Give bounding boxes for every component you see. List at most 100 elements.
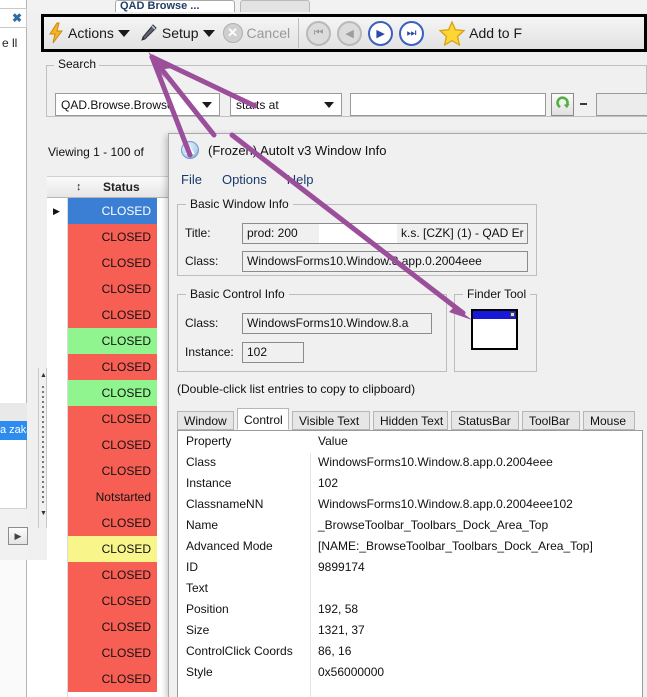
tab-next-placeholder[interactable]	[240, 0, 310, 12]
listview-rows: Class WindowsForms10.Window.8.app.0.2004e…	[178, 453, 642, 684]
grid-status-cell[interactable]: CLOSED	[68, 354, 157, 380]
left-pane-expand-button[interactable]: ▶	[8, 527, 28, 545]
control-instance-label: Instance:	[185, 345, 234, 359]
previous-record-button[interactable]: ◀	[337, 20, 363, 46]
finder-tool-window-icon[interactable]	[471, 309, 518, 350]
listview-row[interactable]: Instance 102	[178, 474, 642, 495]
listview-row[interactable]: Size 1321, 37	[178, 621, 642, 642]
left-side-pane: ✖ e ll a zaká ▶	[0, 0, 28, 560]
finder-tool-group: Finder Tool	[454, 287, 537, 372]
listview-row[interactable]: Name _BrowseToolbar_Toolbars_Dock_Area_To…	[178, 516, 642, 537]
listview-row[interactable]: Text	[178, 579, 642, 600]
grid-status-cell[interactable]: CLOSED	[68, 328, 157, 354]
grid-status-cell[interactable]: CLOSED	[68, 458, 157, 484]
menu-options[interactable]: Options	[222, 172, 267, 187]
grid-status-cell[interactable]: CLOSED	[68, 614, 157, 640]
grid-status-cell[interactable]: CLOSED	[68, 640, 157, 666]
listview-cell-value: _BrowseToolbar_Toolbars_Dock_Area_Top	[318, 518, 549, 532]
left-pane-close-box[interactable]: ✖	[0, 8, 27, 28]
left-pane-footer-edge	[0, 560, 27, 697]
last-record-button[interactable]: ⏭	[399, 20, 425, 46]
listview-cell-property: Advanced Mode	[186, 539, 273, 553]
listview-row[interactable]: ClassnameNN WindowsForms10.Window.8.app.0…	[178, 495, 642, 516]
grid-status-cell[interactable]: CLOSED	[68, 536, 157, 562]
refresh-icon	[555, 95, 571, 114]
splitter-down-arrow-icon: ▼	[40, 510, 47, 517]
search-range-input[interactable]	[596, 93, 647, 116]
first-record-button[interactable]: ⏮	[306, 20, 332, 46]
finder-button-icon	[510, 312, 515, 317]
add-to-favorites-label: Add to F	[469, 25, 523, 41]
listview-cell-value: WindowsForms10.Window.8.app.0.2004eee102	[318, 497, 573, 511]
previous-record-icon: ◀	[345, 27, 354, 40]
grid-status-cell[interactable]: CLOSED	[68, 406, 157, 432]
vertical-splitter[interactable]: ▲ ▼	[38, 368, 47, 528]
listview-cell-value: WindowsForms10.Window.8.app.0.2004eee	[318, 455, 553, 469]
grid-status-cell[interactable]: CLOSED	[68, 510, 157, 536]
setup-menu-button[interactable]: Setup	[134, 17, 219, 49]
grid-status-cell[interactable]: CLOSED	[68, 588, 157, 614]
autoit-window-info: (Frozen) AutoIt v3 Window Info File Opti…	[168, 133, 647, 697]
grid-status-cell[interactable]: CLOSED	[68, 380, 157, 406]
listview-row[interactable]: ID 9899174	[178, 558, 642, 579]
control-properties-listview[interactable]: Property Value Class WindowsForms10.Windo…	[177, 430, 643, 697]
search-field-select[interactable]: QAD.Browse.Browse	[55, 93, 220, 116]
autoit-tab-window[interactable]: Window	[177, 411, 234, 430]
autoit-tab-hidden-text[interactable]: Hidden Text	[373, 411, 448, 430]
tab-qad-browse[interactable]: QAD Browse ...	[115, 0, 235, 12]
grid-status-cell[interactable]: CLOSED	[68, 302, 157, 328]
actions-menu-button[interactable]: Actions	[44, 17, 134, 49]
listview-header-property[interactable]: Property	[186, 434, 231, 448]
group-border-right	[99, 65, 647, 66]
column-header-status[interactable]: Status	[103, 180, 140, 194]
grid-status-cell[interactable]: CLOSED	[68, 432, 157, 458]
listview-cell-property: Text	[186, 581, 209, 595]
splitter-grip-dots	[42, 386, 44, 506]
autoit-tab-statusbar[interactable]: StatusBar	[451, 411, 519, 430]
listview-row[interactable]: Class WindowsForms10.Window.8.app.0.2004e…	[178, 453, 642, 474]
autoit-tab-toolbar[interactable]: ToolBar	[522, 411, 580, 430]
menu-file[interactable]: File	[181, 172, 202, 187]
basic-control-info-legend: Basic Control Info	[186, 287, 289, 301]
listview-row[interactable]: Position 192, 58	[178, 600, 642, 621]
sort-updown-icon[interactable]: ↕	[76, 181, 82, 193]
window-class-value[interactable]: WindowsForms10.Window.8.app.0.2004eee	[242, 251, 528, 272]
add-to-favorites-button[interactable]: Add to F	[435, 17, 526, 49]
grid-status-cell[interactable]: CLOSED	[68, 276, 157, 302]
menu-help[interactable]: Help	[287, 172, 314, 187]
listview-cell-property: Style	[186, 665, 213, 679]
title-value-left: prod: 200	[247, 226, 298, 240]
control-class-label: Class:	[185, 316, 219, 330]
grid-status-cell[interactable]: Notstarted	[68, 484, 157, 510]
autoit-tab-control[interactable]: Control	[237, 408, 289, 430]
favorite-star-icon	[438, 19, 466, 46]
search-refresh-button[interactable]	[551, 93, 574, 116]
listview-row[interactable]: Style 0x56000000	[178, 663, 642, 684]
search-operator-select[interactable]: starts at	[230, 93, 342, 116]
control-class-value[interactable]: WindowsForms10.Window.8.a	[242, 313, 432, 334]
left-pane-selected-item[interactable]: a zaká	[0, 421, 27, 440]
control-instance-value[interactable]: 102	[242, 342, 304, 363]
listview-header-value[interactable]: Value	[318, 434, 348, 448]
grid-status-cell[interactable]: CLOSED	[68, 562, 157, 588]
listview-row[interactable]: Advanced Mode [NAME:_BrowseToolbar_Toolba…	[178, 537, 642, 558]
listview-cell-value: 86, 16	[318, 644, 352, 658]
search-value-input[interactable]	[350, 93, 546, 116]
listview-cell-value: 0x56000000	[318, 665, 385, 679]
listview-row[interactable]: ControlClick Coords 86, 16	[178, 642, 642, 663]
title-field-value[interactable]: prod: 200 k.s. [CZK] (1) - QAD Er	[242, 223, 528, 244]
chevron-down-icon	[202, 29, 215, 37]
listview-cell-property: Name	[186, 518, 219, 532]
search-field-select-value: QAD.Browse.Browse	[61, 97, 174, 112]
grid-status-cell[interactable]: CLOSED	[68, 666, 157, 692]
autoit-tab-visible-text[interactable]: Visible Text	[292, 411, 370, 430]
autoit-titlebar: (Frozen) AutoIt v3 Window Info	[169, 134, 647, 166]
toolbar-separator	[298, 18, 300, 48]
next-record-button[interactable]: ▶	[368, 20, 394, 46]
autoit-tab-mouse[interactable]: Mouse	[583, 411, 635, 430]
close-icon[interactable]: ✖	[12, 11, 22, 25]
search-panel: Search QAD.Browse.Browse starts at	[46, 57, 647, 117]
grid-status-cell[interactable]: CLOSED	[68, 198, 157, 224]
grid-status-cell[interactable]: CLOSED	[68, 224, 157, 250]
grid-status-cell[interactable]: CLOSED	[68, 250, 157, 276]
